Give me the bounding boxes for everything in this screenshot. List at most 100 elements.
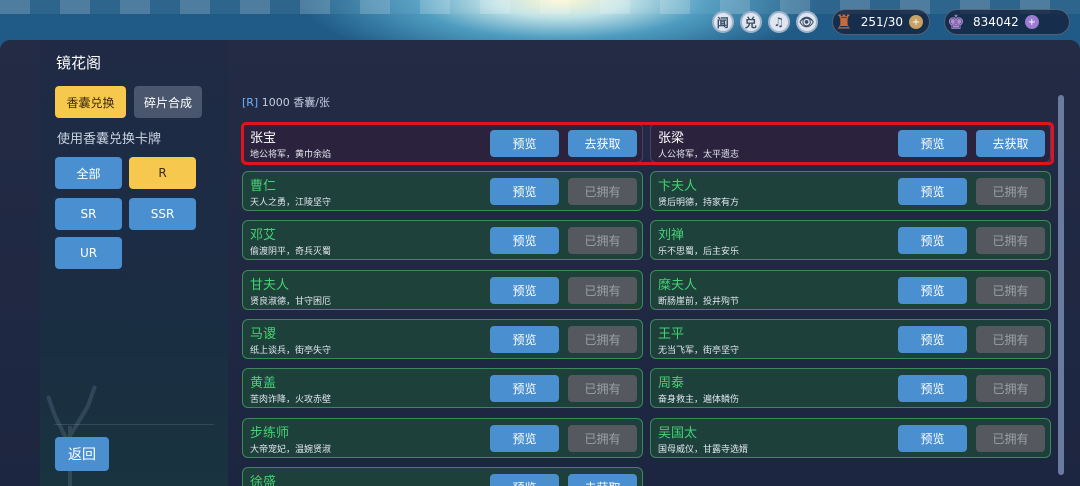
- card-desc: 断肠崖前，投井殉节: [658, 296, 740, 307]
- preview-button[interactable]: 预览: [898, 178, 967, 205]
- card-item: 刘禅 乐不思蜀，后主安乐 预览 已拥有: [650, 220, 1051, 261]
- music-icon[interactable]: ♫: [767, 11, 790, 33]
- exchange-icon[interactable]: 兑: [739, 11, 762, 33]
- owned-button: 已拥有: [568, 178, 637, 205]
- card-desc: 无当飞军，街亭坚守: [658, 345, 740, 356]
- card-item: 王平无当飞军，街亭坚守 预览 已拥有: [650, 318, 1051, 359]
- owned-button: 已拥有: [976, 325, 1045, 353]
- filter-ur[interactable]: UR: [55, 237, 122, 269]
- card-item: 卞夫人 贤后明德，持家有方 预览 已拥有: [650, 171, 1051, 211]
- preview-button[interactable]: 预览: [490, 178, 559, 205]
- card-name: 张宝: [250, 131, 277, 146]
- card-name: 王平: [658, 326, 685, 342]
- top-hud: 闻 兑 ♫ 👁 ♜ 251/30 + ♚ 834042 +: [711, 9, 1070, 35]
- preview-button[interactable]: 预览: [490, 375, 559, 403]
- card-item: 糜夫人断肠崖前，投井殉节 预览 已拥有: [650, 269, 1051, 310]
- add-jade-button[interactable]: +: [1024, 15, 1039, 29]
- jade-currency: ♚ 834042 +: [944, 9, 1070, 35]
- card-item: 甘夫人贤良淑德，甘守困厄 预览 已拥有: [242, 269, 643, 310]
- eye-icon[interactable]: 👁: [795, 11, 818, 33]
- scroll-thumb[interactable]: [1058, 95, 1064, 475]
- card-name: 黄盖: [250, 376, 277, 392]
- card-item: 吴国太 国母威仪，甘露寺选婿 预览 已拥有: [650, 417, 1051, 458]
- preview-button[interactable]: 预览: [898, 424, 967, 452]
- add-sachet-button[interactable]: +: [909, 15, 923, 29]
- preview-button[interactable]: 预览: [898, 276, 967, 304]
- owned-button: 已拥有: [976, 178, 1045, 205]
- jade-pouch-icon: ♚: [947, 10, 965, 34]
- card-name: 徐盛: [250, 474, 277, 486]
- preview-button[interactable]: 预览: [898, 227, 967, 255]
- card-item: 张宝地公将军，黄巾余焰 预览 去获取: [242, 123, 643, 163]
- card-name: 曹仁: [250, 179, 277, 194]
- card-name: 周泰: [658, 376, 685, 392]
- sidebar: 镜花阁 香囊兑换 碎片合成 使用香囊兑换卡牌 全部 R SR SSR UR 返回: [40, 40, 228, 486]
- sachet-bag-icon: ♜: [834, 10, 853, 34]
- card-name: 甘夫人: [250, 277, 290, 293]
- owned-button: 已拥有: [568, 325, 637, 353]
- owned-button: 已拥有: [976, 276, 1045, 304]
- jade-count: 834042: [973, 15, 1019, 29]
- card-desc: 大帝宠妃，温婉贤淑: [250, 444, 332, 455]
- news-icon[interactable]: 闻: [711, 11, 734, 33]
- card-name: 吴国太: [658, 425, 698, 441]
- price-text: 1000 香囊/张: [261, 96, 330, 109]
- get-button[interactable]: 去获取: [568, 473, 637, 486]
- card-item: 黄盖苦肉诈降，火攻赤壁 预览 已拥有: [242, 368, 643, 409]
- owned-button: 已拥有: [568, 424, 637, 452]
- card-item: 邓艾 偷渡阴平，奇兵灭蜀 预览 已拥有: [242, 220, 643, 261]
- card-name: 步练师: [250, 425, 290, 441]
- back-button[interactable]: 返回: [55, 437, 109, 471]
- card-desc: 偷渡阴平，奇兵灭蜀: [250, 247, 332, 258]
- card-desc: 地公将军，黄巾余焰: [250, 150, 332, 160]
- scrollbar[interactable]: [1058, 95, 1064, 475]
- preview-button[interactable]: 预览: [490, 227, 559, 255]
- card-item: 曹仁天人之勇，江陵坚守 预览 已拥有: [242, 171, 643, 211]
- sidebar-divider: [54, 424, 214, 425]
- price-info: [R] 1000 香囊/张: [242, 94, 330, 110]
- preview-button[interactable]: 预览: [898, 325, 967, 353]
- filter-r[interactable]: R: [129, 157, 196, 189]
- filter-sr[interactable]: SR: [55, 198, 122, 230]
- owned-button: 已拥有: [568, 227, 637, 255]
- filter-all[interactable]: 全部: [55, 157, 122, 189]
- owned-button: 已拥有: [976, 227, 1045, 255]
- owned-button: 已拥有: [976, 375, 1045, 403]
- preview-button[interactable]: 预览: [490, 130, 559, 157]
- card-name: 卞夫人: [658, 179, 698, 194]
- owned-button: 已拥有: [568, 276, 637, 304]
- card-name: 张梁: [658, 131, 685, 146]
- tab-fragment-synthesis[interactable]: 碎片合成: [134, 86, 202, 118]
- preview-button[interactable]: 预览: [898, 375, 967, 403]
- filter-ssr[interactable]: SSR: [129, 198, 196, 230]
- card-desc: 纸上谈兵，街亭失守: [250, 345, 332, 356]
- get-button[interactable]: 去获取: [568, 130, 637, 157]
- page-title: 镜花阁: [56, 54, 102, 72]
- card-name: 马谡: [250, 326, 277, 342]
- card-desc: 苦肉诈降，火攻赤壁: [250, 395, 332, 406]
- card-item: 徐盛 预览去获取: [242, 466, 643, 486]
- preview-button[interactable]: 预览: [898, 130, 967, 157]
- preview-button[interactable]: 预览: [490, 325, 559, 353]
- card-desc: 奋身救主，遍体鳞伤: [658, 395, 740, 406]
- card-item: 步练师大帝宠妃，温婉贤淑 预览 已拥有: [242, 417, 643, 458]
- owned-button: 已拥有: [976, 424, 1045, 452]
- preview-button[interactable]: 预览: [490, 424, 559, 452]
- sachet-count: 251/30: [860, 15, 903, 29]
- card-item: 马谡纸上谈兵，街亭失守 预览 已拥有: [242, 318, 643, 359]
- owned-button: 已拥有: [568, 375, 637, 403]
- tab-sachet-exchange[interactable]: 香囊兑换: [55, 86, 126, 118]
- preview-button[interactable]: 预览: [490, 473, 559, 486]
- get-button[interactable]: 去获取: [976, 130, 1045, 157]
- card-desc: 天人之勇，江陵坚守: [250, 198, 332, 208]
- sachet-currency: ♜ 251/30 +: [831, 9, 930, 35]
- card-list-area: [R] 1000 香囊/张 张宝 地公将军，黄巾余焰 预览 去获取 张梁 人公将军，太平遗…: [228, 40, 1080, 486]
- exchange-panel: 镜花阁 香囊兑换 碎片合成 使用香囊兑换卡牌 全部 R SR SSR UR 返回…: [0, 40, 1080, 486]
- sidebar-subtitle: 使用香囊兑换卡牌: [57, 132, 162, 147]
- card-desc: 乐不思蜀，后主安乐: [658, 247, 740, 258]
- preview-button[interactable]: 预览: [490, 276, 559, 304]
- card-desc: 贤良淑德，甘守困厄: [250, 296, 332, 307]
- rarity-tag: [R]: [242, 96, 259, 109]
- card-name: 糜夫人: [658, 277, 698, 293]
- card-desc: 人公将军，太平遗志: [658, 150, 740, 160]
